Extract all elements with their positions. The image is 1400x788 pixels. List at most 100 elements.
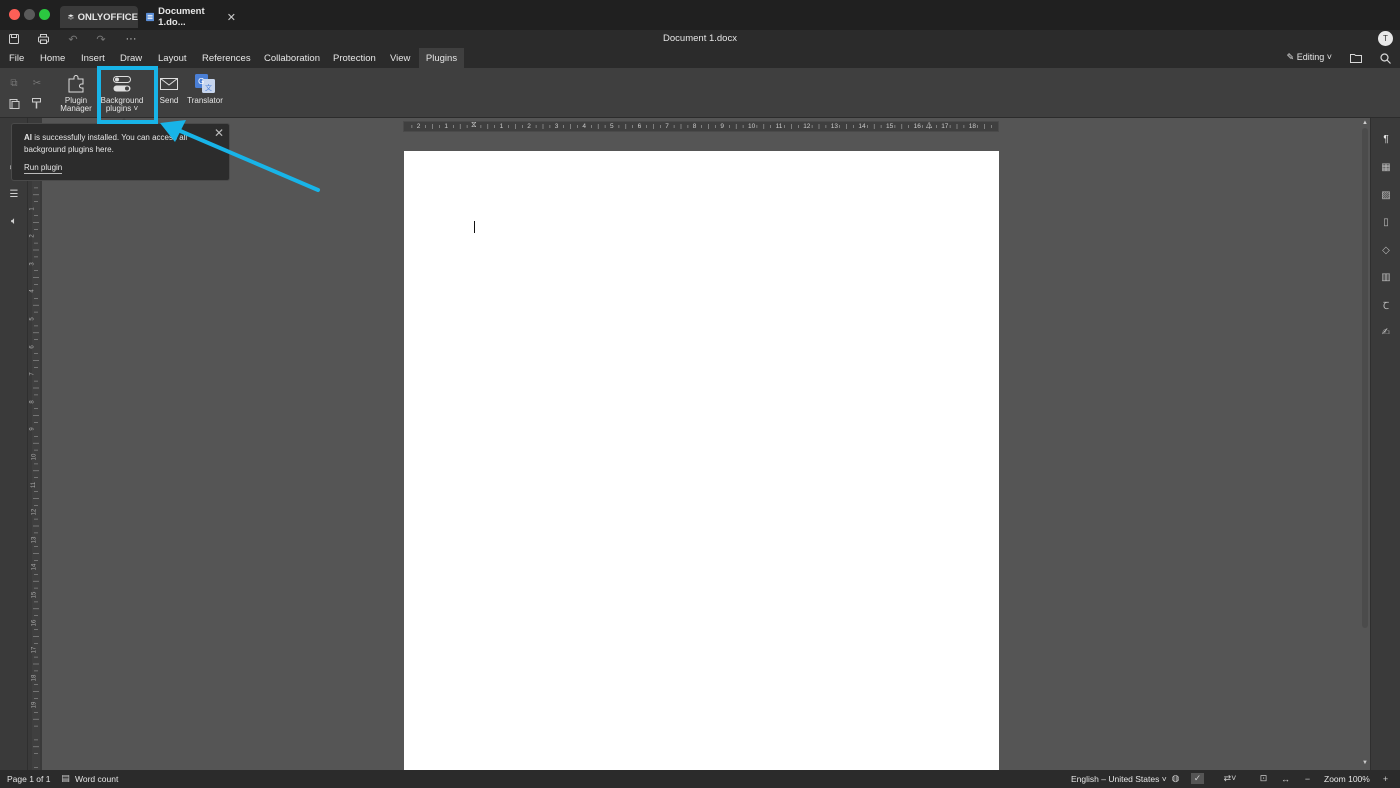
ribbon-tabs: File Home Insert Draw Layout References … <box>0 48 1400 68</box>
copy-icon[interactable]: ⧉ <box>7 76 21 90</box>
ruler-number: 1 <box>29 206 36 211</box>
close-popup-icon[interactable]: ✕ <box>214 127 224 139</box>
plugin-installed-popup: ✕ AI is successfully installed. You can … <box>11 123 230 181</box>
send-button[interactable]: Send <box>158 73 180 105</box>
ruler-number: 14 <box>31 564 38 571</box>
zoom-out-icon[interactable]: − <box>1302 773 1313 784</box>
format-painter-icon[interactable] <box>30 96 44 110</box>
ruler-number: 18 <box>968 123 977 130</box>
ruler-number: 14 <box>858 123 866 130</box>
ruler-number: 2 <box>527 123 531 130</box>
table-settings-icon[interactable]: ▦ <box>1379 160 1393 174</box>
document-page[interactable] <box>404 151 999 770</box>
word-count-button[interactable]: Word count <box>75 774 118 784</box>
tab-collaboration[interactable]: Collaboration <box>259 48 325 68</box>
chevron-down-icon: ˅ <box>1324 52 1332 62</box>
puzzle-icon <box>65 73 87 95</box>
tab-draw[interactable]: Draw <box>115 48 147 68</box>
tab-layout[interactable]: Layout <box>153 48 192 68</box>
open-file-location-icon[interactable] <box>1350 52 1362 64</box>
minimize-window-button[interactable] <box>24 9 35 20</box>
ruler-number: 12 <box>803 123 811 130</box>
close-tab-icon[interactable]: ✕ <box>227 11 236 24</box>
search-icon[interactable] <box>1379 52 1391 64</box>
google-translate-icon: G文 <box>194 73 216 95</box>
ruler-number: 4 <box>582 123 587 130</box>
right-sidebar: ¶ ▦ ▨ ▯ ◇ ▥ Ꞇ ✍ <box>1370 118 1400 770</box>
ruler-number: 1 <box>499 123 504 130</box>
fit-to-width-icon[interactable]: ↔ <box>1280 773 1291 784</box>
paragraph-settings-icon[interactable]: ¶ <box>1379 132 1393 146</box>
popup-message-line-1: AI is successfully installed. You can ac… <box>24 132 217 144</box>
vertical-scrollbar[interactable]: ▲ ▼ <box>1360 118 1370 770</box>
ruler-number: 11 <box>31 481 38 488</box>
send-label: Send <box>159 96 179 105</box>
track-changes-icon[interactable]: ⇄˅ <box>1221 773 1239 784</box>
translator-button[interactable]: G文 Translator <box>185 73 225 105</box>
zoom-level[interactable]: Zoom 100% <box>1324 774 1370 784</box>
right-indent-marker[interactable]: △ <box>926 120 932 132</box>
scroll-down-icon[interactable]: ▼ <box>1362 760 1368 766</box>
spell-check-icon[interactable]: ✓ <box>1191 773 1204 784</box>
scroll-up-icon[interactable]: ▲ <box>1362 120 1368 126</box>
document-icon <box>146 12 155 22</box>
quick-access-bar: ↶ ↷ ··· Document 1.docx T <box>0 30 1400 48</box>
ruler-number: 2 <box>416 123 421 130</box>
signature-settings-icon[interactable]: ✍ <box>1379 325 1393 339</box>
language-label: English – United States <box>1071 774 1160 784</box>
run-plugin-link[interactable]: Run plugin <box>24 163 63 174</box>
tab-view[interactable]: View <box>385 48 415 68</box>
maximize-window-button[interactable] <box>39 9 50 20</box>
header-footer-settings-icon[interactable]: ▯ <box>1379 215 1393 229</box>
user-avatar[interactable]: T <box>1378 31 1393 46</box>
tab-insert[interactable]: Insert <box>76 48 110 68</box>
ruler-number: 7 <box>665 123 669 130</box>
popup-message-text: is successfully installed. You can acces… <box>32 133 188 142</box>
fit-to-page-icon[interactable]: ⊡ <box>1258 773 1269 784</box>
image-settings-icon[interactable]: ▨ <box>1379 188 1393 202</box>
tab-home[interactable]: Home <box>35 48 70 68</box>
tab-document[interactable]: Document 1.do... ✕ <box>140 6 236 28</box>
tab-onlyoffice-home[interactable]: ONLYOFFICE <box>60 6 138 28</box>
ruler-number: 9 <box>720 123 725 130</box>
editing-mode-dropdown[interactable]: ✎ Editing ˅ <box>1287 52 1332 63</box>
ruler-number: 6 <box>637 123 642 130</box>
popup-bold-plugin-name: AI <box>24 133 32 142</box>
text-art-settings-icon[interactable]: Ꞇ <box>1379 298 1393 312</box>
plugin-manager-button[interactable]: Plugin Manager <box>59 73 93 113</box>
paste-icon[interactable] <box>7 96 21 110</box>
zoom-in-icon[interactable]: + <box>1380 773 1391 784</box>
ruler-number: 10 <box>31 453 38 461</box>
highlight-box <box>97 66 158 124</box>
close-window-button[interactable] <box>9 9 20 20</box>
ruler-number: 7 <box>29 372 36 376</box>
ruler-number: 16 <box>31 619 38 626</box>
page-info[interactable]: Page 1 of 1 <box>7 774 50 784</box>
document-tab-label: Document 1.do... <box>158 6 205 28</box>
plugins-toolbar: ⧉ ✂ Plugin Manager Background plugins ˅ <box>0 68 1400 118</box>
navigation-icon[interactable]: ☰ <box>7 187 21 201</box>
horizontal-ruler[interactable]: ⧖ △ 2 1 1 2 3 4 5 6 7 8 9 10 11 12 13 14 15 16 17 18 <box>403 120 999 132</box>
svg-text:文: 文 <box>205 83 212 92</box>
document-title: Document 1.docx <box>663 33 737 44</box>
horizontal-ruler-ticks <box>411 124 992 129</box>
tab-plugins[interactable]: Plugins <box>419 48 464 68</box>
speaker-icon[interactable]: 🔈︎ <box>7 214 21 228</box>
ruler-number: 3 <box>29 262 36 266</box>
word-count-icon: ▤ <box>61 773 70 783</box>
chart-settings-icon[interactable]: ▥ <box>1379 270 1393 284</box>
globe-icon[interactable]: ◍ <box>1170 773 1181 784</box>
tab-protection[interactable]: Protection <box>328 48 381 68</box>
shape-settings-icon[interactable]: ◇ <box>1379 243 1393 257</box>
text-cursor <box>474 221 475 233</box>
tab-references[interactable]: References <box>197 48 256 68</box>
scrollbar-thumb[interactable] <box>1362 128 1368 628</box>
app-logo-label: ONLYOFFICE <box>77 11 138 23</box>
ruler-number: 8 <box>29 400 36 404</box>
left-indent-marker[interactable]: ⧖ <box>471 120 477 132</box>
cut-icon[interactable]: ✂ <box>30 76 44 90</box>
pencil-icon: ✎ <box>1286 52 1297 62</box>
language-selector[interactable]: English – United States ˅ <box>1071 774 1167 784</box>
tab-file[interactable]: File <box>4 48 29 68</box>
ruler-number: 17 <box>941 123 949 130</box>
